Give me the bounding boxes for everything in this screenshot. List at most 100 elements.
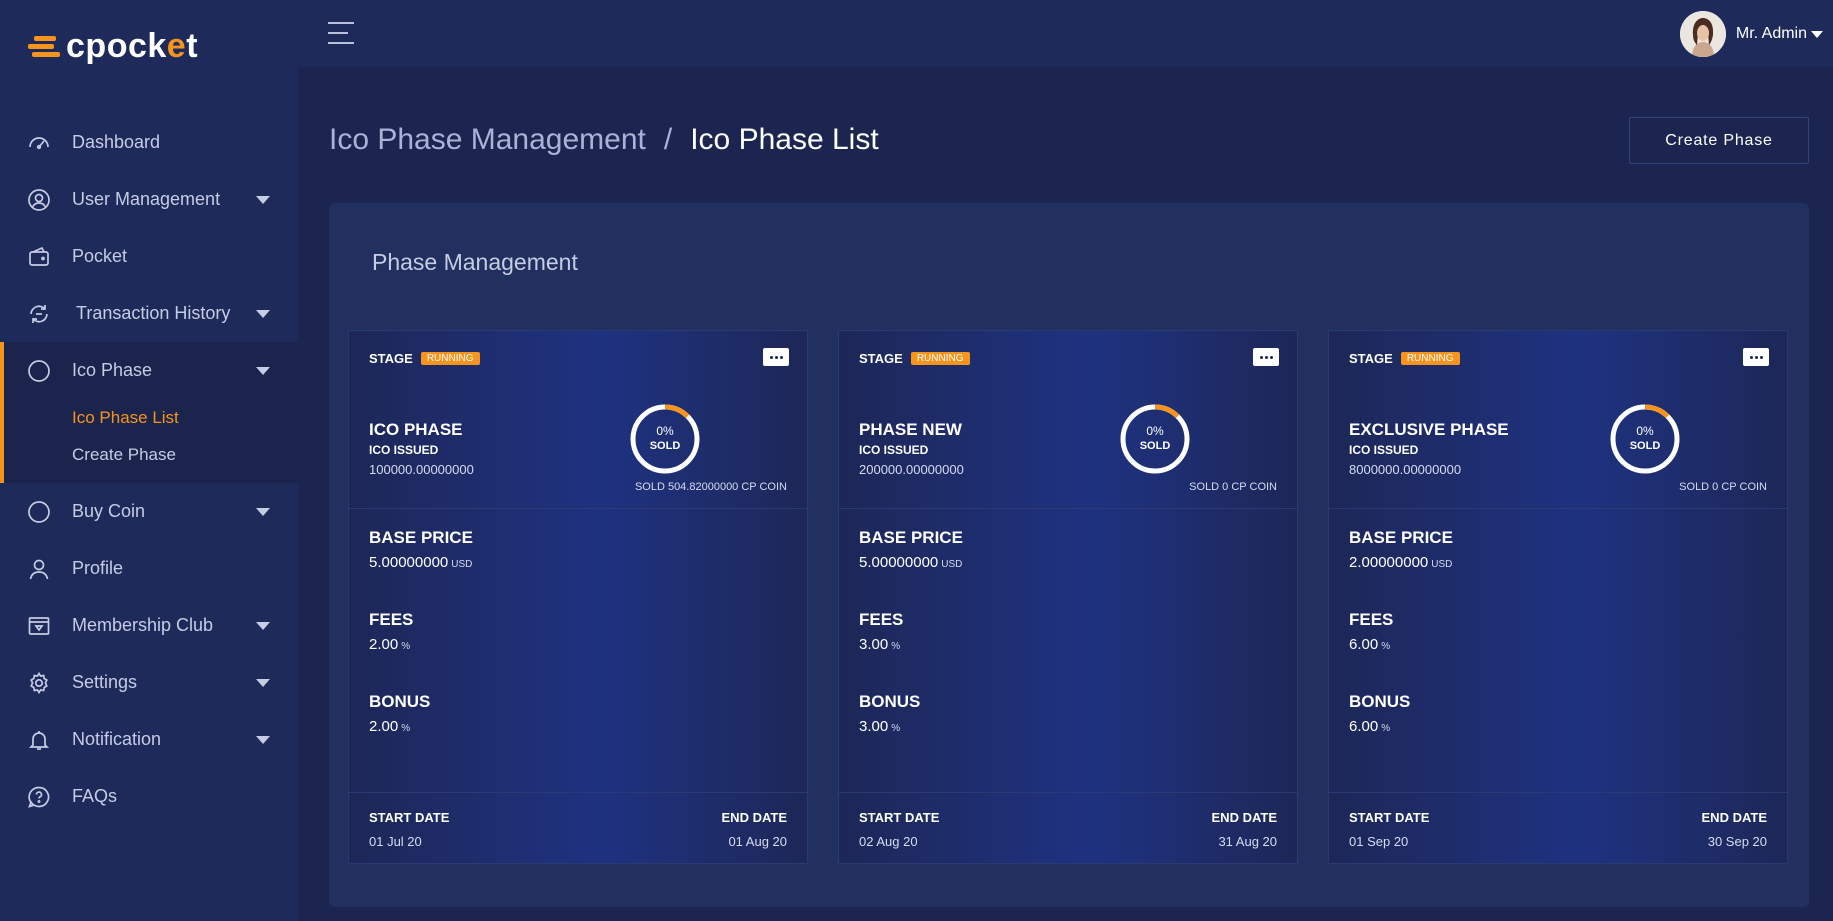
circle-icon <box>26 358 52 384</box>
divider <box>349 792 807 793</box>
ico-issued-value: 200000.00000000 <box>859 462 964 477</box>
base-price-label: BASE PRICE <box>369 528 473 547</box>
fees-label: FEES <box>1349 610 1394 629</box>
chevron-down-icon <box>1811 30 1823 38</box>
sidebar-item-buy-coin[interactable]: Buy Coin <box>0 483 298 540</box>
user-name: Mr. Admin <box>1735 25 1807 42</box>
base-price-value: 5.00000000 USD <box>369 554 473 571</box>
start-date-value: 02 Aug 20 <box>859 834 918 849</box>
start-date-label: START DATE <box>369 810 450 825</box>
bonus-value: 2.00% <box>369 718 411 735</box>
avatar <box>1679 11 1726 57</box>
phase-name: EXCLUSIVE PHASE <box>1349 420 1509 439</box>
base-price-label: BASE PRICE <box>1349 528 1453 547</box>
end-date-value: 01 Aug 20 <box>728 834 787 849</box>
more-options-button[interactable] <box>1743 348 1769 366</box>
more-dots-icon <box>1259 355 1263 359</box>
base-price-label: BASE PRICE <box>859 528 963 547</box>
sidebar-item-ico-phase[interactable]: Ico Phase <box>4 342 298 399</box>
circle-icon <box>26 499 52 525</box>
divider <box>1329 792 1787 793</box>
fees-value: 3.00% <box>859 636 901 653</box>
bonus-label: BONUS <box>369 692 431 711</box>
more-options-button[interactable] <box>1253 348 1279 366</box>
panel-title: Phase Management <box>372 249 578 275</box>
dashboard-gauge-icon <box>26 130 52 156</box>
start-date-value: 01 Jul 20 <box>369 834 422 849</box>
sidebar-nav: Dashboard User Management Pocket Transac… <box>0 114 298 825</box>
sidebar-item-user-management[interactable]: User Management <box>0 171 298 228</box>
menu-toggle-icon[interactable] <box>328 22 354 44</box>
sidebar-item-label: Notification <box>72 729 162 749</box>
sidebar-item-transaction-history[interactable]: Transaction History <box>0 285 298 342</box>
sold-percent: 0% <box>656 424 674 438</box>
sidebar-item-faqs[interactable]: FAQs <box>0 768 298 825</box>
create-phase-button[interactable]: Create Phase <box>1629 117 1809 164</box>
sidebar-item-label: Pocket <box>72 246 128 266</box>
question-bubble-icon <box>26 784 52 810</box>
end-date-value: 31 Aug 20 <box>1218 834 1277 849</box>
sold-progress-ring: 0% SOLD <box>629 403 701 475</box>
bell-icon <box>26 727 52 753</box>
sidebar-item-label: Membership Club <box>72 615 214 635</box>
phase-management-panel: Phase Management STAGE RUNNING ICO PHASE… <box>329 203 1809 907</box>
phase-card: STAGE RUNNING EXCLUSIVE PHASE ICO ISSUED… <box>1328 330 1788 864</box>
sidebar-item-label: Profile <box>72 558 124 578</box>
sidebar-item-label: Dashboard <box>72 132 161 152</box>
ico-issued-label: ICO ISSUED <box>369 443 439 457</box>
fees-label: FEES <box>859 610 904 629</box>
user-icon <box>26 556 52 582</box>
more-dots-icon <box>769 355 773 359</box>
page-title: Ico Phase List <box>690 123 879 156</box>
user-circle-icon <box>26 187 52 213</box>
start-date-label: START DATE <box>859 810 940 825</box>
sidebar-item-settings[interactable]: Settings <box>0 654 298 711</box>
sold-progress-ring: 0% SOLD <box>1119 403 1191 475</box>
sidebar-item-profile[interactable]: Profile <box>0 540 298 597</box>
chevron-down-icon <box>256 679 270 687</box>
sidebar-item-dashboard[interactable]: Dashboard <box>0 114 298 171</box>
base-price-value: 2.00000000 USD <box>1349 554 1453 571</box>
status-badge: RUNNING <box>1400 352 1460 365</box>
fees-label: FEES <box>369 610 414 629</box>
breadcrumb: Ico Phase Management / Ico Phase List <box>329 118 879 162</box>
more-options-button[interactable] <box>763 348 789 366</box>
sidebar-item-pocket[interactable]: Pocket <box>0 228 298 285</box>
start-date-value: 01 Sep 20 <box>1349 834 1409 849</box>
chevron-down-icon <box>256 508 270 516</box>
logo[interactable]: cpocket <box>28 24 198 68</box>
chevron-down-icon <box>256 736 270 744</box>
gear-icon <box>26 670 52 696</box>
sidebar-item-membership-club[interactable]: Membership Club <box>0 597 298 654</box>
sold-label: SOLD <box>1139 440 1171 452</box>
fees-value: 2.00% <box>369 636 411 653</box>
status-badge: RUNNING <box>420 352 480 365</box>
phase-name: ICO PHASE <box>369 420 463 439</box>
phase-name: PHASE NEW <box>859 420 962 439</box>
sold-progress-ring: 0% SOLD <box>1609 403 1681 475</box>
sold-percent: 0% <box>1636 424 1654 438</box>
bonus-label: BONUS <box>859 692 921 711</box>
sidebar-group-ico-phase: Ico Phase Ico Phase List Create Phase <box>0 342 298 483</box>
chevron-down-icon <box>256 196 270 204</box>
topbar: Mr. Admin <box>298 0 1833 67</box>
sidebar-subitem-ico-phase-list[interactable]: Ico Phase List <box>4 399 298 436</box>
status-badge: RUNNING <box>910 352 970 365</box>
sidebar-item-label: Ico Phase <box>72 360 153 380</box>
logo-speed-icon <box>28 31 64 61</box>
sold-amount: SOLD 504.82000000 CP COIN <box>634 481 787 493</box>
sidebar-item-notification[interactable]: Notification <box>0 711 298 768</box>
stage-row: STAGE RUNNING <box>859 351 970 366</box>
sidebar-item-label: Settings <box>72 672 138 692</box>
ico-issued-label: ICO ISSUED <box>859 443 929 457</box>
breadcrumb-parent[interactable]: Ico Phase Management <box>329 123 646 157</box>
sold-percent: 0% <box>1146 424 1164 438</box>
fees-value: 6.00% <box>1349 636 1391 653</box>
sidebar-subitem-create-phase[interactable]: Create Phase <box>4 436 298 473</box>
user-menu[interactable]: Mr. Admin <box>1679 10 1823 58</box>
chevron-down-icon <box>256 367 270 375</box>
divider <box>349 508 807 509</box>
stage-row: STAGE RUNNING <box>1349 351 1460 366</box>
end-date-label: END DATE <box>1701 810 1767 825</box>
more-dots-icon <box>1749 355 1753 359</box>
